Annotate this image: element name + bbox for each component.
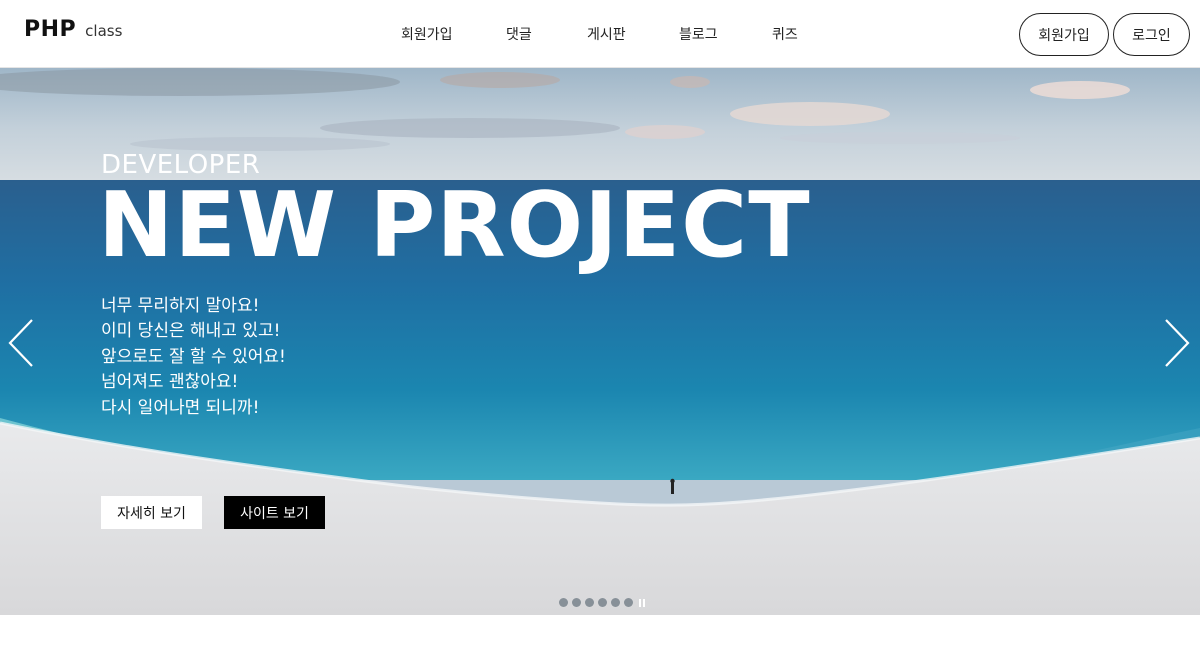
site-header: PHP class 회원가입 댓글 게시판 블로그 퀴즈 회원가입 로그인 <box>0 0 1200 68</box>
chevron-left-icon[interactable] <box>4 318 38 368</box>
hero-message-line: 이미 당신은 해내고 있고! <box>101 321 281 342</box>
hero-message-line: 앞으로도 잘 할 수 있어요! <box>101 346 286 367</box>
login-button[interactable]: 로그인 <box>1113 13 1190 56</box>
site-button[interactable]: 사이트 보기 <box>224 496 325 529</box>
chevron-right-icon[interactable] <box>1160 318 1194 368</box>
nav-item-comments[interactable]: 댓글 <box>506 24 532 44</box>
hero-message-line: 너무 무리하지 말아요! <box>101 296 260 316</box>
hero-message-line: 넘어져도 괜찮아요! <box>101 372 239 393</box>
slide-dot[interactable] <box>624 598 633 607</box>
hero-message: 너무 무리하지 말아요! 이미 당신은 해내고 있고! 앞으로도 잘 할 수 있… <box>101 294 286 421</box>
slide-dot[interactable] <box>572 598 581 607</box>
slide-dot[interactable] <box>559 598 568 607</box>
slide-dot[interactable] <box>598 598 607 607</box>
slide-dot[interactable] <box>611 598 620 607</box>
hero-message-line: 다시 일어나면 되니까! <box>101 397 260 418</box>
slide-pagination <box>559 598 645 607</box>
nav-item-quiz[interactable]: 퀴즈 <box>772 24 798 44</box>
nav-item-signup[interactable]: 회원가입 <box>401 24 453 44</box>
nav-item-board[interactable]: 게시판 <box>587 24 626 44</box>
slide-dot[interactable] <box>585 598 594 607</box>
more-button[interactable]: 자세히 보기 <box>101 496 202 529</box>
signup-button[interactable]: 회원가입 <box>1019 13 1109 56</box>
hero-headline: NEW PROJECT <box>98 173 811 278</box>
nav-item-blog[interactable]: 블로그 <box>679 24 718 44</box>
pause-icon[interactable] <box>639 598 645 607</box>
hero-slider: DEVELOPER NEW PROJECT 너무 무리하지 말아요! 이미 당신… <box>0 68 1200 615</box>
